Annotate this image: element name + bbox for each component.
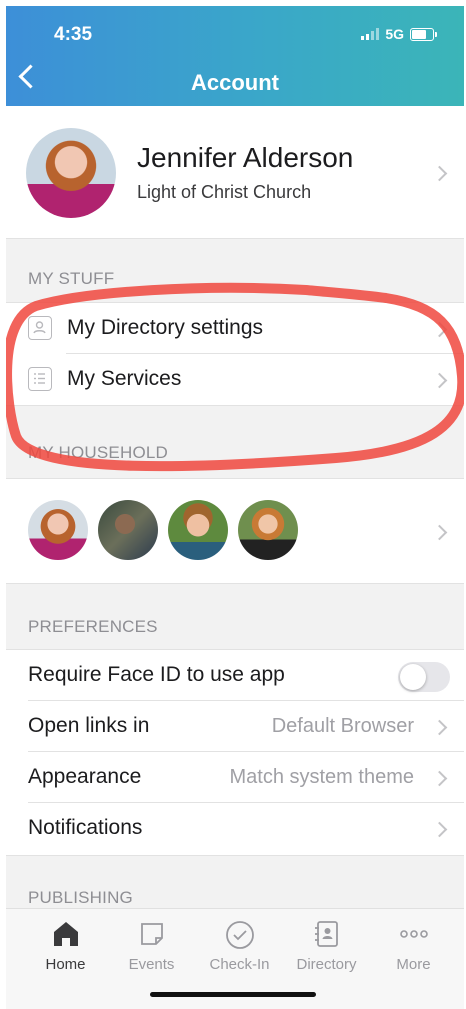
profile-name: Jennifer Alderson — [137, 142, 354, 173]
chevron-right-icon — [431, 524, 448, 541]
household-avatar — [238, 500, 298, 560]
tab-label: Check-In — [209, 956, 270, 973]
open-links-row[interactable]: Open links in Default Browser — [6, 701, 464, 752]
household-avatar — [98, 500, 158, 560]
status-time: 4:35 — [54, 24, 93, 45]
my-directory-settings-row[interactable]: My Directory settings — [6, 303, 464, 354]
chevron-right-icon — [431, 321, 448, 338]
tab-home[interactable]: Home — [20, 909, 111, 984]
face-id-row: Require Face ID to use app — [6, 650, 464, 701]
tab-events[interactable]: Events — [106, 909, 197, 984]
tab-label: Directory — [296, 956, 357, 973]
tab-more[interactable]: More — [368, 909, 459, 984]
section-my-household: MY HOUSEHOLD — [28, 443, 169, 462]
row-label: My Directory settings — [67, 316, 264, 339]
events-icon — [140, 923, 163, 945]
tab-directory[interactable]: Directory — [281, 909, 372, 984]
preferences-group: Require Face ID to use app Open links in… — [6, 649, 464, 856]
row-value: Default Browser — [271, 715, 414, 737]
chevron-right-icon — [431, 719, 448, 736]
row-value: Match system theme — [229, 766, 414, 788]
section-preferences: PREFERENCES — [28, 617, 158, 636]
profile-row[interactable]: Jennifer Alderson Light of Christ Church — [6, 106, 464, 239]
status-bar-right: 5G — [361, 26, 437, 42]
avatar — [26, 128, 116, 218]
household-row[interactable] — [6, 478, 464, 584]
my-stuff-group: My Directory settings My Services — [6, 302, 464, 406]
home-indicator[interactable] — [150, 992, 316, 997]
network-label: 5G — [385, 26, 404, 42]
household-avatar — [168, 500, 228, 560]
header: 4:35 5G Account — [6, 6, 464, 106]
notifications-row[interactable]: Notifications — [6, 803, 464, 854]
profile-church: Light of Christ Church — [137, 182, 312, 202]
tab-check-in[interactable]: Check-In — [194, 909, 285, 984]
battery-icon — [410, 27, 437, 41]
tab-label: Home — [45, 956, 86, 973]
tab-label: More — [396, 956, 431, 973]
appearance-row[interactable]: Appearance Match system theme — [6, 752, 464, 803]
page-title: Account — [191, 70, 279, 95]
section-publishing: PUBLISHING — [28, 888, 133, 907]
more-icon — [399, 930, 428, 938]
face-id-toggle[interactable] — [398, 662, 450, 692]
chevron-right-icon — [431, 165, 448, 182]
row-label: Require Face ID to use app — [28, 663, 285, 686]
signal-icon — [361, 28, 380, 40]
my-services-row[interactable]: My Services — [6, 354, 464, 405]
account-screen: 4:35 5G Account Jennifer Alderson Light … — [6, 6, 464, 1009]
row-label: Appearance — [28, 765, 142, 788]
household-avatar — [28, 500, 88, 560]
chevron-right-icon — [431, 821, 448, 838]
home-icon — [53, 922, 78, 946]
directory-icon — [314, 921, 338, 947]
tab-label: Events — [128, 956, 175, 973]
list-icon — [28, 367, 52, 391]
chevron-right-icon — [431, 372, 448, 389]
chevron-right-icon — [431, 770, 448, 787]
row-label: Open links in — [28, 714, 150, 737]
check-in-icon — [225, 921, 254, 949]
row-label: My Services — [67, 367, 182, 390]
section-my-stuff: MY STUFF — [28, 269, 115, 288]
contact-card-icon — [28, 316, 52, 340]
row-label: Notifications — [28, 816, 143, 839]
